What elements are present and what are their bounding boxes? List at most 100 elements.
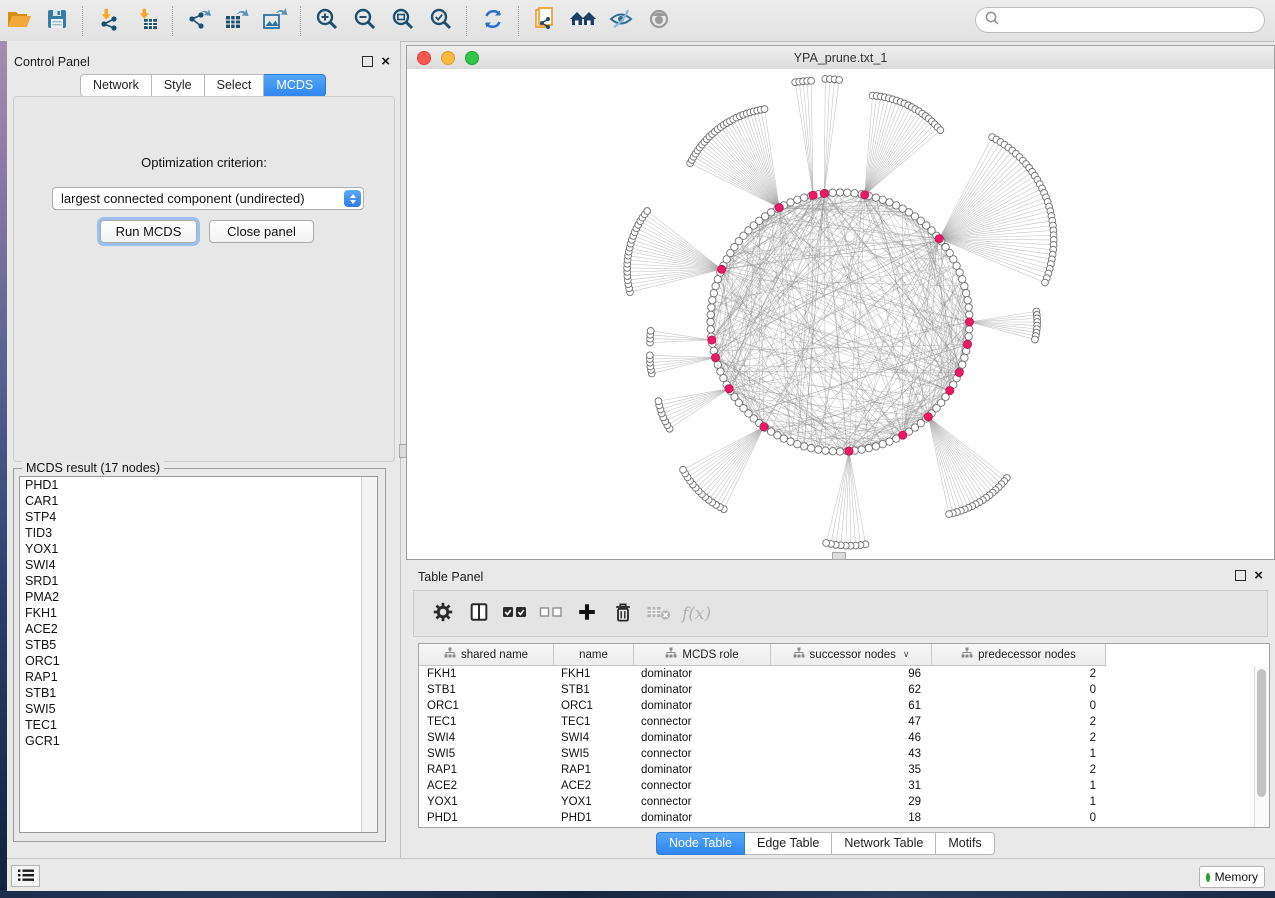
- import-table-button[interactable]: [130, 5, 164, 37]
- table-cell: STB1: [554, 684, 634, 696]
- mcds-list-scrollbar[interactable]: [361, 477, 377, 832]
- mcds-result-item[interactable]: STB1: [20, 685, 377, 701]
- table-cell: 18: [771, 812, 932, 824]
- tab-node-table[interactable]: Node Table: [656, 832, 745, 855]
- toolbar-separator: [172, 6, 174, 36]
- mcds-result-item[interactable]: TEC1: [20, 717, 377, 733]
- table-row[interactable]: SWI5SWI5connector431: [419, 746, 1269, 762]
- zoom-selected-button[interactable]: [424, 5, 458, 37]
- mcds-result-list[interactable]: PHD1CAR1STP4TID3YOX1SWI4SRD1PMA2FKH1ACE2…: [19, 476, 378, 833]
- show-column-panel-button[interactable]: [464, 597, 494, 631]
- unselect-all-columns-button[interactable]: [536, 597, 566, 631]
- apply-layout-button[interactable]: [476, 5, 510, 37]
- table-row[interactable]: ORC1ORC1dominator610: [419, 698, 1269, 714]
- export-network-button[interactable]: [182, 5, 216, 37]
- node-table[interactable]: shared name name MCDS role successor nod…: [418, 643, 1270, 828]
- main-toolbar: [0, 0, 1275, 42]
- tab-style[interactable]: Style: [152, 74, 205, 97]
- desktop-wallpaper-left: [0, 41, 7, 890]
- export-image-button[interactable]: [258, 5, 292, 37]
- import-network-button[interactable]: [92, 5, 126, 37]
- select-all-columns-button[interactable]: [500, 597, 530, 631]
- float-panel-icon[interactable]: [1235, 570, 1246, 581]
- scrollbar-thumb[interactable]: [1257, 669, 1266, 797]
- table-row[interactable]: PHD1PHD1dominator180: [419, 810, 1269, 826]
- show-panels-button[interactable]: [642, 5, 676, 37]
- criterion-select[interactable]: largest connected component (undirected): [52, 187, 364, 210]
- network-canvas[interactable]: [407, 69, 1274, 559]
- zoom-fit-button[interactable]: [386, 5, 420, 37]
- table-row[interactable]: STB1STB1dominator620: [419, 682, 1269, 698]
- new-network-button[interactable]: [528, 5, 562, 37]
- mcds-result-item[interactable]: FKH1: [20, 605, 377, 621]
- mcds-result-item[interactable]: SRD1: [20, 573, 377, 589]
- tab-motifs[interactable]: Motifs: [936, 832, 994, 855]
- close-panel-icon[interactable]: ×: [381, 57, 390, 66]
- delete-column-button[interactable]: [608, 597, 638, 631]
- table-row[interactable]: YOX1YOX1connector291: [419, 794, 1269, 810]
- table-row[interactable]: TEC1TEC1connector472: [419, 714, 1269, 730]
- mcds-result-item[interactable]: PHD1: [20, 477, 377, 493]
- zoom-out-icon: [353, 7, 377, 34]
- hierarchy-icon: [793, 647, 805, 662]
- tab-network-table[interactable]: Network Table: [832, 832, 936, 855]
- table-row[interactable]: RAP1RAP1dominator352: [419, 762, 1269, 778]
- mcds-result-item[interactable]: SWI4: [20, 557, 377, 573]
- delete-table-button[interactable]: [644, 597, 674, 631]
- tab-network[interactable]: Network: [80, 74, 152, 97]
- column-header-shared-name[interactable]: shared name: [419, 644, 554, 665]
- close-panel-button[interactable]: Close panel: [209, 220, 314, 243]
- create-column-button[interactable]: [572, 597, 602, 631]
- open-file-button[interactable]: [2, 5, 36, 37]
- sort-descending-icon: ∨: [903, 649, 910, 660]
- tab-mcds[interactable]: MCDS: [264, 74, 326, 97]
- float-panel-icon[interactable]: [362, 56, 373, 67]
- tab-select[interactable]: Select: [205, 74, 265, 97]
- optimization-criterion-label: Optimization criterion:: [14, 155, 394, 170]
- mcds-result-item[interactable]: SWI5: [20, 701, 377, 717]
- mcds-result-item[interactable]: ACE2: [20, 621, 377, 637]
- column-header-mcds-role[interactable]: MCDS role: [634, 644, 771, 665]
- mcds-result-item[interactable]: STP4: [20, 509, 377, 525]
- table-row[interactable]: ACE2ACE2connector311: [419, 778, 1269, 794]
- tab-edge-table[interactable]: Edge Table: [745, 832, 832, 855]
- eye-slash-icon: [608, 7, 634, 34]
- mcds-result-item[interactable]: CAR1: [20, 493, 377, 509]
- mcds-result-item[interactable]: PMA2: [20, 589, 377, 605]
- memory-label: Memory: [1215, 870, 1258, 884]
- table-cell: 1: [932, 780, 1106, 792]
- mcds-result-item[interactable]: STB5: [20, 637, 377, 653]
- save-session-button[interactable]: [40, 5, 74, 37]
- search-box: [975, 7, 1265, 33]
- table-row[interactable]: SWI4SWI4dominator462: [419, 730, 1269, 746]
- horizontal-split-handle[interactable]: [832, 552, 846, 560]
- search-input[interactable]: [1006, 12, 1256, 28]
- mcds-result-item[interactable]: GCR1: [20, 733, 377, 749]
- zoom-out-button[interactable]: [348, 5, 382, 37]
- table-scrollbar[interactable]: [1254, 666, 1269, 827]
- zoom-in-button[interactable]: [310, 5, 344, 37]
- home-button[interactable]: [566, 5, 600, 37]
- graph-edges: [627, 79, 1054, 546]
- mcds-result-item[interactable]: TID3: [20, 525, 377, 541]
- mcds-result-item[interactable]: ORC1: [20, 653, 377, 669]
- close-panel-icon[interactable]: ×: [1254, 571, 1263, 580]
- hierarchy-icon: [444, 647, 456, 662]
- mcds-result-item[interactable]: YOX1: [20, 541, 377, 557]
- export-table-button[interactable]: [220, 5, 254, 37]
- task-history-button[interactable]: [11, 865, 40, 887]
- run-mcds-button[interactable]: Run MCDS: [100, 220, 197, 243]
- network-window-titlebar[interactable]: YPA_prune.txt_1: [407, 46, 1274, 70]
- column-header-successor-nodes[interactable]: successor nodes ∨: [771, 644, 932, 665]
- column-header-name[interactable]: name: [554, 644, 634, 665]
- list-icon: [17, 868, 35, 885]
- column-header-predecessor-nodes[interactable]: predecessor nodes: [932, 644, 1106, 665]
- hide-panels-button[interactable]: [604, 5, 638, 37]
- eye-icon: [646, 7, 672, 34]
- memory-button[interactable]: Memory: [1199, 866, 1265, 888]
- mcds-result-item[interactable]: RAP1: [20, 669, 377, 685]
- table-settings-button[interactable]: [428, 597, 458, 631]
- table-cell: 96: [771, 668, 932, 680]
- function-builder-label[interactable]: f(x): [682, 604, 711, 624]
- table-row[interactable]: FKH1FKH1dominator962: [419, 666, 1269, 682]
